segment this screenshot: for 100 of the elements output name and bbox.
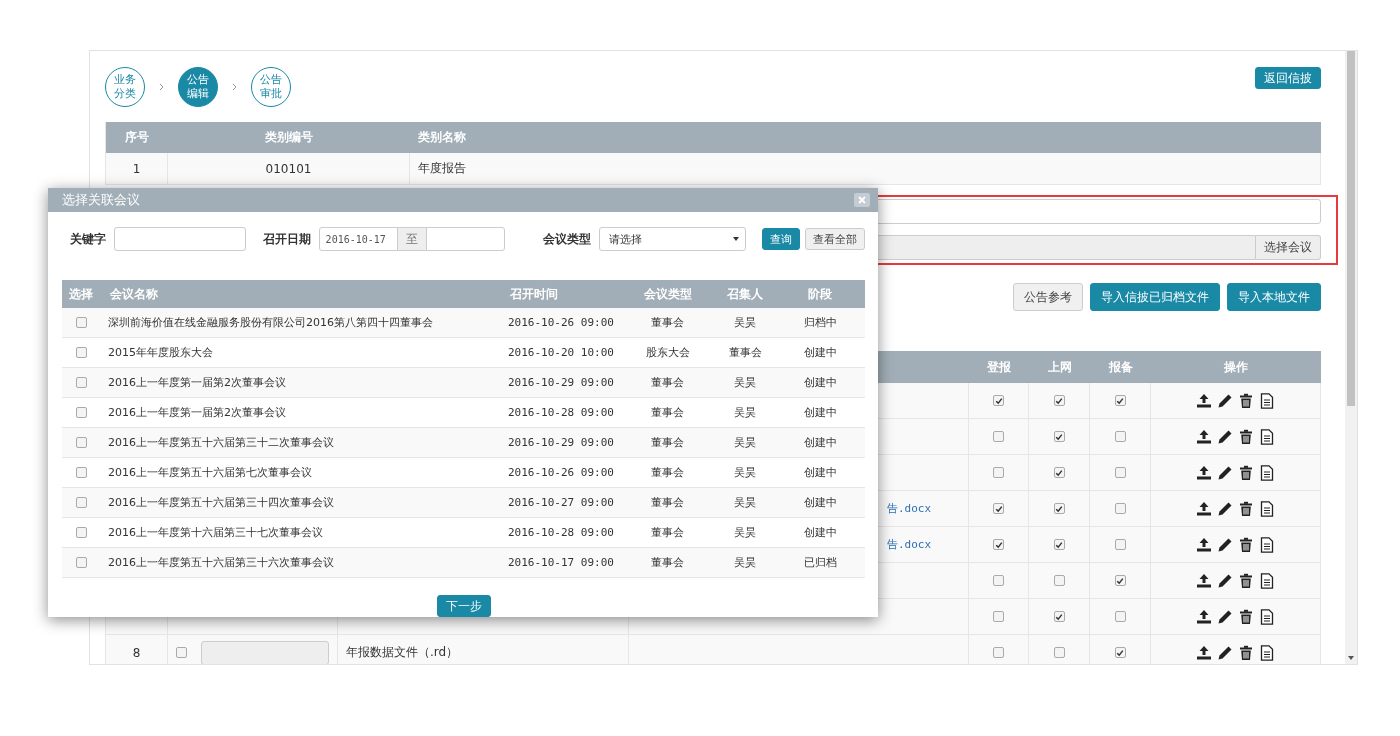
- checkbox[interactable]: [993, 431, 1004, 442]
- step-circle[interactable]: 公告编辑: [178, 67, 218, 107]
- trash-icon[interactable]: [1238, 392, 1254, 409]
- table-cell: 董事会: [620, 548, 715, 578]
- chevron-icon: [159, 83, 164, 91]
- upload-icon[interactable]: [1196, 500, 1212, 517]
- input-field[interactable]: [201, 640, 329, 664]
- upload-icon[interactable]: [1196, 644, 1212, 661]
- action-button[interactable]: 导入信披已归档文件: [1090, 283, 1220, 311]
- checkbox[interactable]: [75, 467, 87, 478]
- document-icon[interactable]: [1259, 572, 1275, 589]
- table-cell: 2016-10-27 09:00: [500, 488, 620, 518]
- checkbox[interactable]: [75, 347, 87, 358]
- next-button[interactable]: 下一步: [436, 595, 491, 617]
- trash-icon[interactable]: [1238, 464, 1254, 481]
- table-cell: 2016上一年度第五十六届第三十二次董事会议: [100, 428, 500, 458]
- checkbox[interactable]: [1114, 647, 1126, 658]
- upload-icon[interactable]: [1196, 392, 1212, 409]
- checkbox[interactable]: [993, 503, 1004, 514]
- checkbox[interactable]: [1053, 575, 1065, 586]
- checkbox[interactable]: [1114, 539, 1126, 550]
- checkbox[interactable]: [993, 575, 1004, 586]
- table-cell: 董事会: [620, 308, 715, 338]
- upload-icon[interactable]: [1196, 536, 1212, 553]
- checkbox[interactable]: [176, 647, 187, 658]
- trash-icon[interactable]: [1238, 500, 1254, 517]
- pencil-icon[interactable]: [1217, 644, 1233, 661]
- type-dropdown[interactable]: 请选择: [598, 227, 747, 251]
- table-cell: 吴昊: [715, 548, 775, 578]
- upload-icon[interactable]: [1196, 464, 1212, 481]
- table-cell: 年报数据文件（.rd）: [338, 635, 629, 664]
- action-button[interactable]: 公告参考: [1013, 283, 1083, 311]
- checkbox[interactable]: [993, 647, 1004, 658]
- checkbox[interactable]: [1053, 467, 1065, 478]
- checkbox[interactable]: [75, 497, 87, 508]
- document-icon[interactable]: [1259, 428, 1275, 445]
- keyword-field[interactable]: [114, 227, 246, 251]
- table-cell: 吴昊: [715, 368, 775, 398]
- checkbox[interactable]: [1114, 611, 1126, 622]
- select-meeting-button[interactable]: 选择会议: [1256, 235, 1321, 260]
- checkbox[interactable]: [1053, 611, 1065, 622]
- checkbox[interactable]: [75, 407, 87, 418]
- table-cell: 010101: [168, 153, 410, 185]
- pencil-icon[interactable]: [1217, 500, 1233, 517]
- checkbox[interactable]: [1114, 575, 1126, 586]
- scroll-down-icon[interactable]: [1348, 656, 1354, 660]
- checkbox[interactable]: [1053, 503, 1065, 514]
- table-cell: 1: [106, 153, 168, 185]
- pencil-icon[interactable]: [1217, 464, 1233, 481]
- pencil-icon[interactable]: [1217, 608, 1233, 625]
- column-header: 会议名称: [100, 280, 500, 308]
- trash-icon[interactable]: [1238, 608, 1254, 625]
- pencil-icon[interactable]: [1217, 572, 1233, 589]
- checkbox[interactable]: [1053, 431, 1065, 442]
- action-button[interactable]: 导入本地文件: [1227, 283, 1321, 311]
- checkbox[interactable]: [75, 317, 87, 328]
- checkbox[interactable]: [75, 557, 87, 568]
- upload-icon[interactable]: [1196, 572, 1212, 589]
- checkbox[interactable]: [75, 527, 87, 538]
- checkbox[interactable]: [993, 611, 1004, 622]
- document-icon[interactable]: [1259, 500, 1275, 517]
- table-cell: 董事会: [620, 428, 715, 458]
- pencil-icon[interactable]: [1217, 428, 1233, 445]
- column-header: 阶段: [775, 280, 865, 308]
- table-cell: 2016-10-29 09:00: [500, 428, 620, 458]
- checkbox[interactable]: [1114, 395, 1126, 406]
- trash-icon[interactable]: [1238, 572, 1254, 589]
- checkbox[interactable]: [1053, 539, 1065, 550]
- checkbox[interactable]: [993, 467, 1004, 478]
- document-icon[interactable]: [1259, 464, 1275, 481]
- upload-icon[interactable]: [1196, 608, 1212, 625]
- checkbox[interactable]: [1114, 467, 1126, 478]
- document-icon[interactable]: [1259, 536, 1275, 553]
- dialog-button[interactable]: 查询: [762, 228, 800, 250]
- trash-icon[interactable]: [1238, 536, 1254, 553]
- upload-icon[interactable]: [1196, 428, 1212, 445]
- dialog-button[interactable]: 查看全部: [805, 228, 865, 250]
- document-icon[interactable]: [1259, 392, 1275, 409]
- table-cell: 2016上一年度第五十六届第三十四次董事会议: [100, 488, 500, 518]
- scrollbar[interactable]: [1345, 51, 1357, 664]
- checkbox[interactable]: [1114, 431, 1126, 442]
- table-cell: 吴昊: [715, 308, 775, 338]
- checkbox[interactable]: [993, 395, 1004, 406]
- checkbox[interactable]: [75, 437, 87, 448]
- trash-icon[interactable]: [1238, 644, 1254, 661]
- date-range-field[interactable]: 2016-10-17 至: [318, 227, 505, 251]
- checkbox[interactable]: [75, 377, 87, 388]
- checkbox[interactable]: [1114, 503, 1126, 514]
- chevron-icon: [232, 83, 237, 91]
- checkbox[interactable]: [993, 539, 1004, 550]
- pencil-icon[interactable]: [1217, 536, 1233, 553]
- pencil-icon[interactable]: [1217, 392, 1233, 409]
- column-header: 召开时间: [500, 280, 620, 308]
- back-button[interactable]: 返回信披: [1255, 67, 1321, 89]
- table-cell: 年度报告: [410, 153, 1321, 185]
- document-icon[interactable]: [1259, 644, 1275, 661]
- checkbox[interactable]: [1053, 647, 1065, 658]
- trash-icon[interactable]: [1238, 428, 1254, 445]
- document-icon[interactable]: [1259, 608, 1275, 625]
- checkbox[interactable]: [1053, 395, 1065, 406]
